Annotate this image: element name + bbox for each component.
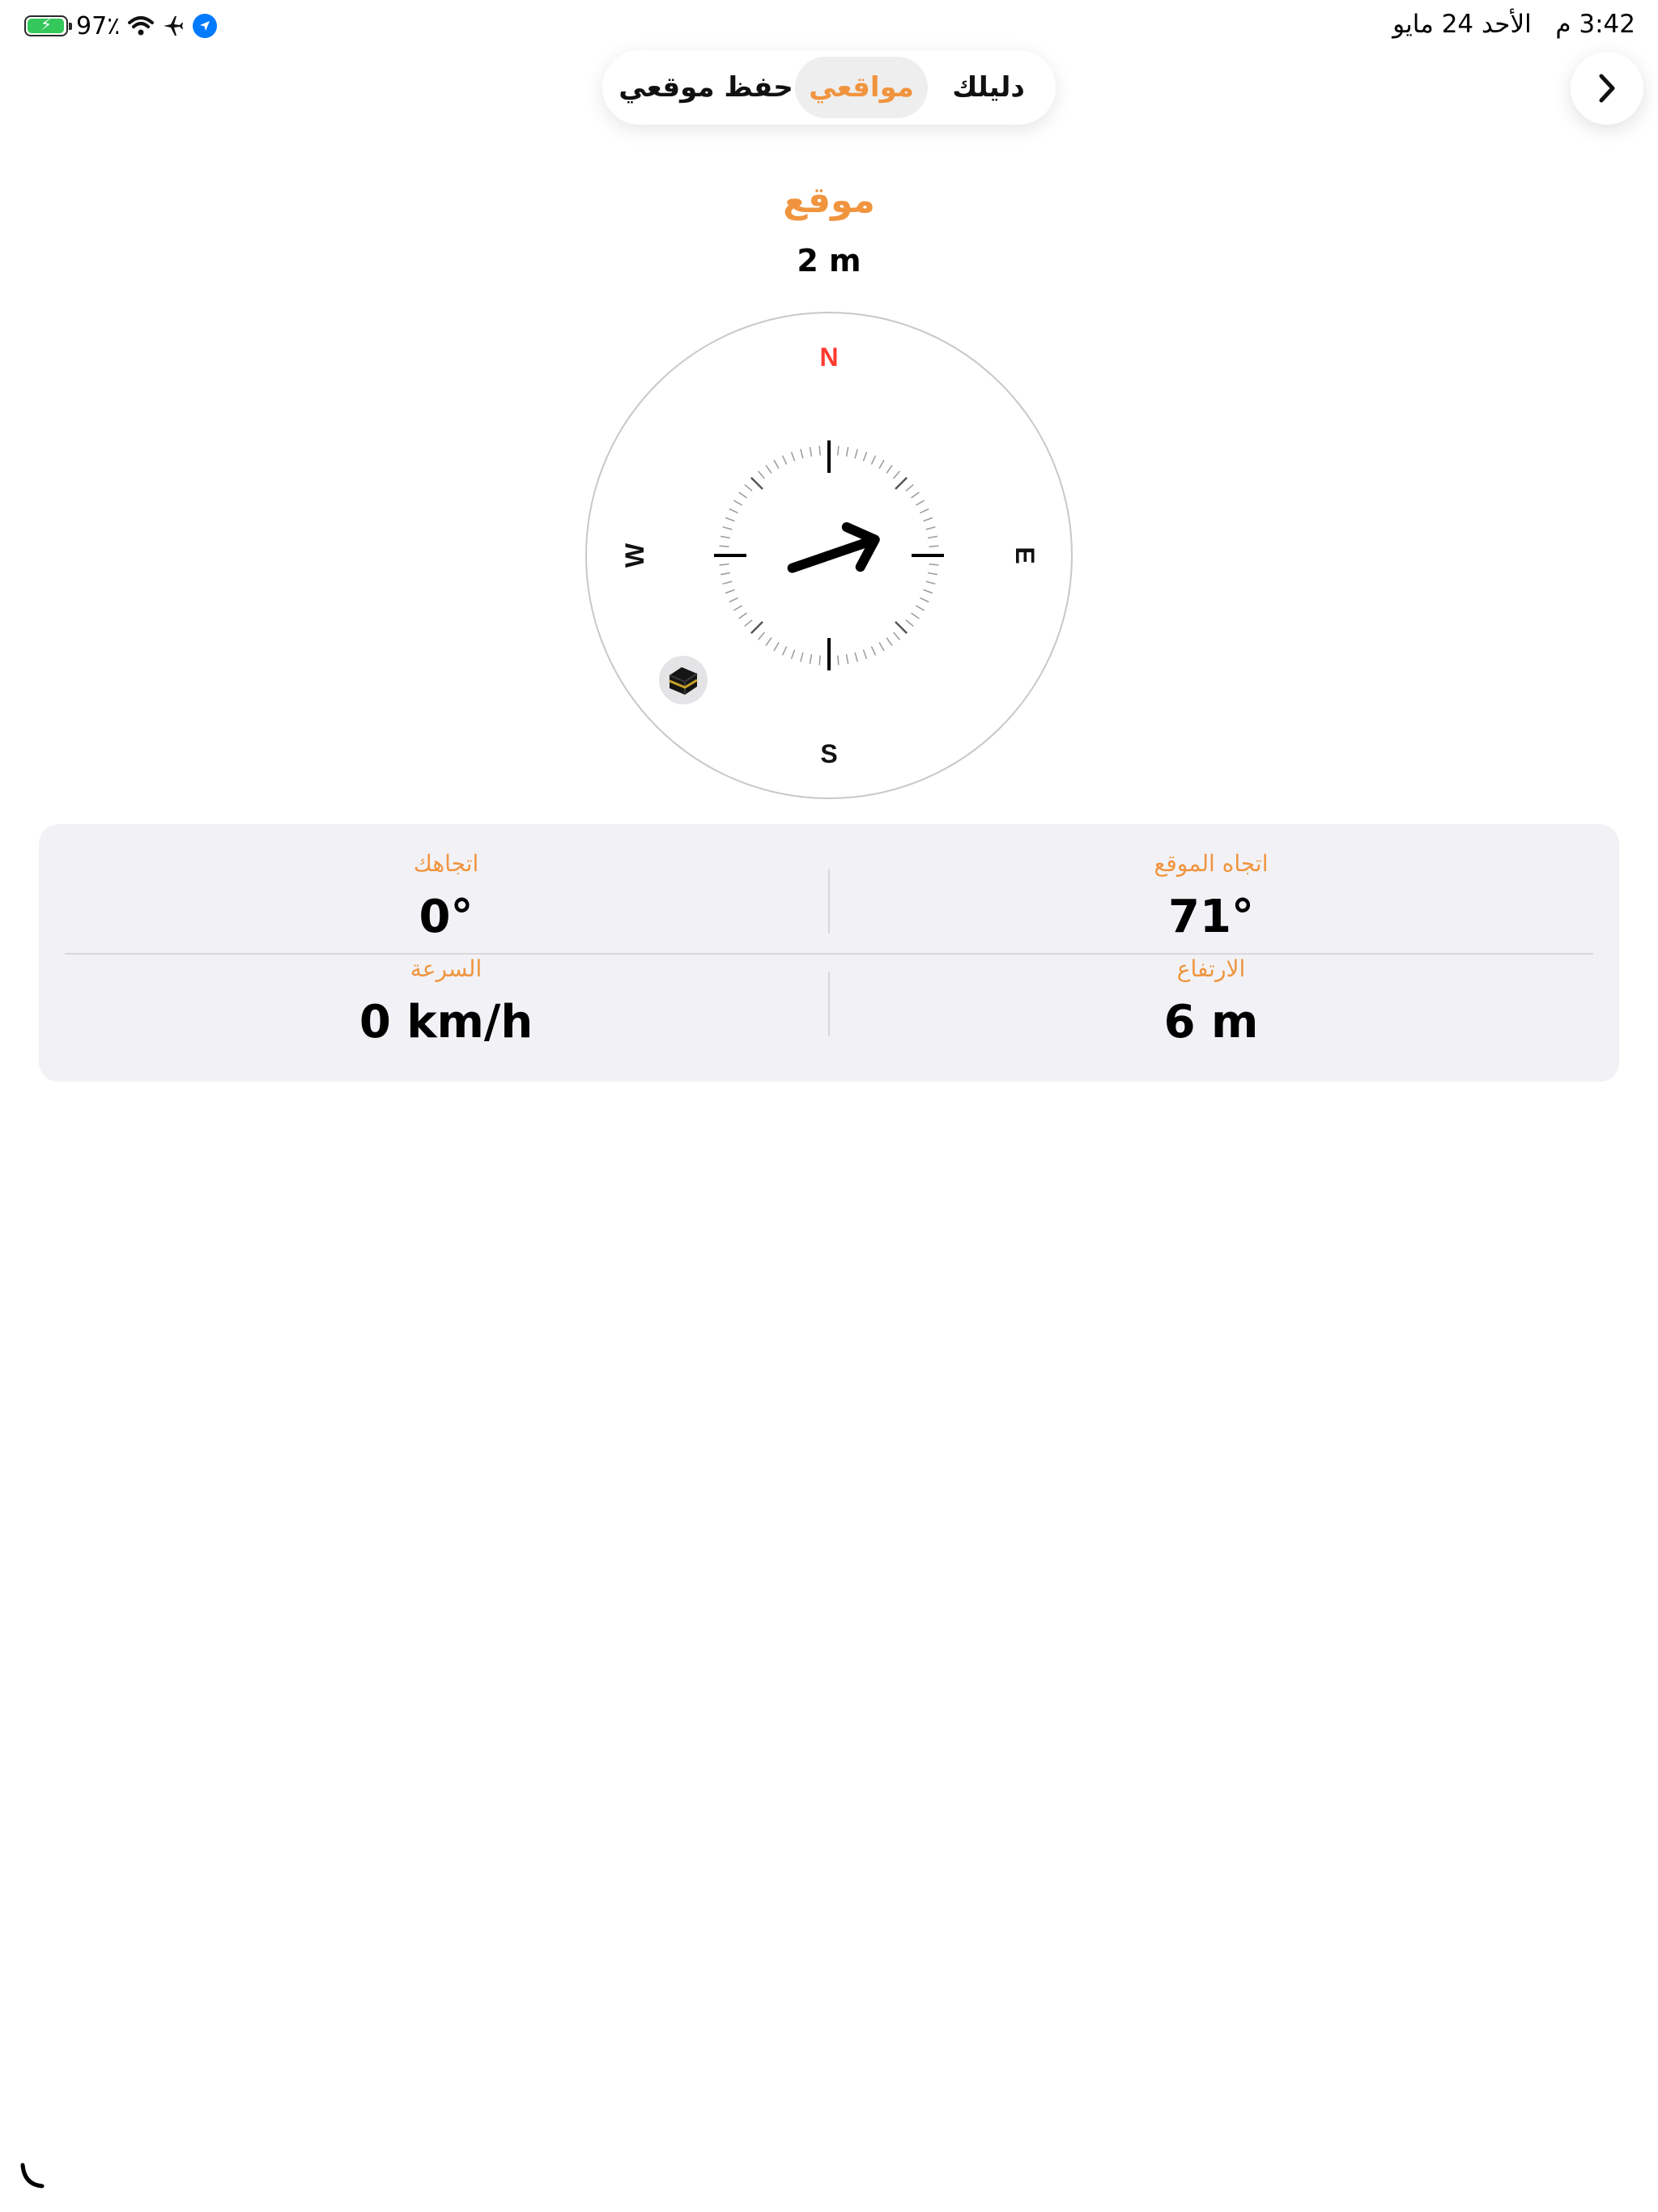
compass-tick bbox=[837, 655, 840, 666]
status-time: 3:42 م الأحد 24 مايو bbox=[1368, 10, 1635, 39]
forward-button[interactable] bbox=[1571, 52, 1643, 125]
status-clock: 3:42 م bbox=[1555, 10, 1635, 39]
kaaba-icon bbox=[659, 656, 708, 704]
compass-tick bbox=[719, 564, 729, 566]
speed-value: 0 km/h bbox=[359, 996, 534, 1049]
west-label: W bbox=[620, 542, 649, 568]
tab-save-my-location[interactable]: حفظ موقعي bbox=[617, 57, 795, 118]
compass-tick bbox=[929, 564, 939, 566]
battery-charging-icon: ⚡ bbox=[24, 15, 72, 36]
corner-indicator-icon bbox=[20, 2163, 45, 2189]
compass-tick bbox=[818, 655, 821, 666]
speed-label: السرعة bbox=[410, 955, 483, 982]
status-indicators: ⚡ 97٪ bbox=[24, 10, 218, 42]
chevron-right-icon bbox=[1599, 74, 1615, 103]
column-divider bbox=[828, 869, 830, 934]
east-label: E bbox=[1010, 547, 1039, 564]
compass-tick bbox=[837, 445, 840, 456]
altitude-value: 6 m bbox=[1163, 996, 1259, 1049]
compass-tick bbox=[929, 545, 939, 547]
row-divider bbox=[65, 953, 1593, 955]
compass: N S E W bbox=[585, 312, 1073, 799]
location-distance: 2 m bbox=[797, 243, 861, 279]
your-direction-label: اتجاهك bbox=[413, 850, 479, 877]
compass-tick bbox=[719, 545, 729, 547]
status-date: الأحد 24 مايو bbox=[1392, 10, 1532, 39]
compass-tick bbox=[818, 445, 821, 456]
airplane-icon bbox=[164, 16, 184, 36]
location-icon bbox=[193, 14, 218, 38]
tab-my-locations[interactable]: مواقعي bbox=[795, 57, 928, 118]
segmented-control: دليلك مواقعي حفظ موقعي bbox=[602, 50, 1056, 125]
column-divider bbox=[828, 972, 830, 1036]
tab-guide[interactable]: دليلك bbox=[928, 57, 1049, 118]
north-label: N bbox=[819, 342, 838, 372]
wifi-icon bbox=[128, 16, 155, 36]
south-label: S bbox=[820, 739, 837, 768]
battery-percent: 97٪ bbox=[76, 11, 121, 40]
altitude-label: الارتفاع bbox=[1176, 955, 1246, 982]
site-direction-label: اتجاه الموقع bbox=[1154, 850, 1269, 877]
site-direction-value: 71° bbox=[1168, 891, 1254, 943]
location-title: موقع bbox=[783, 180, 875, 221]
your-direction-value: 0° bbox=[419, 891, 474, 943]
charging-bolt-icon: ⚡ bbox=[40, 15, 53, 34]
